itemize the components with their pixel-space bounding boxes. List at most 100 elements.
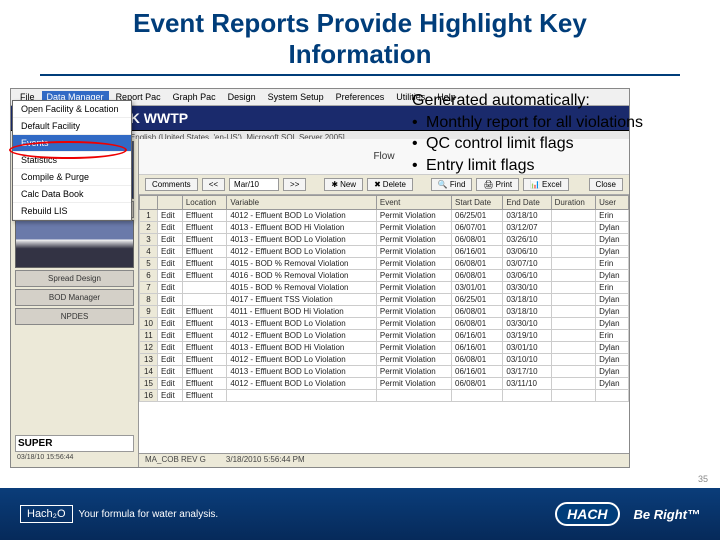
data-cell: 03/01/10: [503, 342, 551, 354]
timestamp-label: 03/18/10 15:56:44: [15, 452, 134, 463]
data-cell: 06/08/01: [452, 258, 503, 270]
col-header[interactable]: Event: [376, 196, 451, 210]
print-button[interactable]: 🖨 Print: [476, 178, 519, 191]
page-number: 35: [698, 474, 708, 484]
excel-button[interactable]: 📊 Excel: [523, 178, 569, 191]
data-cell: 11: [140, 330, 158, 342]
bod-manager-button[interactable]: BOD Manager: [15, 289, 134, 306]
table-row[interactable]: 9EditEffluent4011 - Effluent BOD Hi Viol…: [140, 306, 629, 318]
col-header[interactable]: Location: [182, 196, 227, 210]
table-row[interactable]: 7Edit4015 - BOD % Removal ViolationPermi…: [140, 282, 629, 294]
table-row[interactable]: 8Edit4017 - Effluent TSS ViolationPermit…: [140, 294, 629, 306]
close-button[interactable]: Close: [589, 178, 623, 191]
data-cell: 3: [140, 234, 158, 246]
table-row[interactable]: 12EditEffluent4013 - Effluent BOD Hi Vio…: [140, 342, 629, 354]
edit-cell[interactable]: Edit: [158, 390, 183, 402]
menu-item-rebuild-lis[interactable]: Rebuild LIS: [13, 203, 131, 220]
events-toolbar: Comments << Mar/10 >> ✱ New ✖ Delete 🔍 F…: [139, 175, 629, 195]
find-button[interactable]: 🔍 Find: [431, 178, 473, 191]
col-header[interactable]: End Date: [503, 196, 551, 210]
col-header[interactable]: [158, 196, 183, 210]
data-cell: Permit Violation: [376, 258, 451, 270]
data-cell: 4015 - BOD % Removal Violation: [227, 258, 377, 270]
data-cell: 4015 - BOD % Removal Violation: [227, 282, 377, 294]
data-cell: [551, 354, 596, 366]
edit-cell[interactable]: Edit: [158, 210, 183, 222]
table-row[interactable]: 3EditEffluent4013 - Effluent BOD Lo Viol…: [140, 234, 629, 246]
nav-prev-button[interactable]: <<: [202, 178, 225, 191]
data-cell: 8: [140, 294, 158, 306]
col-header[interactable]: Duration: [551, 196, 596, 210]
menu-item-calc-data-book[interactable]: Calc Data Book: [13, 186, 131, 203]
col-header[interactable]: Start Date: [452, 196, 503, 210]
col-header[interactable]: Variable: [227, 196, 377, 210]
table-row[interactable]: 11EditEffluent4012 - Effluent BOD Lo Vio…: [140, 330, 629, 342]
table-row[interactable]: 2EditEffluent4013 - Effluent BOD Hi Viol…: [140, 222, 629, 234]
edit-cell[interactable]: Edit: [158, 354, 183, 366]
edit-cell[interactable]: Edit: [158, 306, 183, 318]
data-cell: 4017 - Effluent TSS Violation: [227, 294, 377, 306]
menu-item-events[interactable]: Events: [13, 135, 131, 152]
edit-cell[interactable]: Edit: [158, 318, 183, 330]
data-cell: [551, 246, 596, 258]
data-cell: [227, 390, 377, 402]
data-cell: 03/06/10: [503, 246, 551, 258]
col-header[interactable]: User: [596, 196, 629, 210]
menu-item-open-facility-location[interactable]: Open Facility & Location: [13, 101, 131, 118]
menu-graph-pac[interactable]: Graph Pac: [168, 91, 221, 103]
data-cell: 03/07/10: [503, 258, 551, 270]
edit-cell[interactable]: Edit: [158, 246, 183, 258]
table-row[interactable]: 5EditEffluent4015 - BOD % Removal Violat…: [140, 258, 629, 270]
data-cell: Dylan: [596, 246, 629, 258]
edit-cell[interactable]: Edit: [158, 342, 183, 354]
data-cell: [551, 234, 596, 246]
data-cell: 4013 - Effluent BOD Lo Violation: [227, 234, 377, 246]
table-row[interactable]: 16EditEffluent: [140, 390, 629, 402]
npdes-button[interactable]: NPDES: [15, 308, 134, 325]
data-cell: Dylan: [596, 318, 629, 330]
edit-cell[interactable]: Edit: [158, 222, 183, 234]
data-cell: 03/11/10: [503, 378, 551, 390]
delete-button[interactable]: ✖ Delete: [367, 178, 413, 191]
nav-next-button[interactable]: >>: [283, 178, 306, 191]
menu-preferences[interactable]: Preferences: [331, 91, 390, 103]
table-row[interactable]: 14EditEffluent4013 - Effluent BOD Lo Vio…: [140, 366, 629, 378]
data-cell: 06/25/01: [452, 210, 503, 222]
table-row[interactable]: 13EditEffluent4012 - Effluent BOD Lo Vio…: [140, 354, 629, 366]
data-cell: 4012 - Effluent BOD Lo Violation: [227, 330, 377, 342]
spread-design-button[interactable]: Spread Design: [15, 270, 134, 287]
menu-design[interactable]: Design: [223, 91, 261, 103]
edit-cell[interactable]: Edit: [158, 378, 183, 390]
hach-logo: HACH: [555, 502, 619, 526]
table-row[interactable]: 4EditEffluent4012 - Effluent BOD Lo Viol…: [140, 246, 629, 258]
data-cell: 03/01/01: [452, 282, 503, 294]
data-cell: 15: [140, 378, 158, 390]
data-cell: [182, 282, 227, 294]
table-row[interactable]: 10EditEffluent4013 - Effluent BOD Lo Vio…: [140, 318, 629, 330]
edit-cell[interactable]: Edit: [158, 366, 183, 378]
edit-cell[interactable]: Edit: [158, 234, 183, 246]
col-header[interactable]: [140, 196, 158, 210]
menu-item-default-facility[interactable]: Default Facility: [13, 118, 131, 135]
menu-item-compile-purge[interactable]: Compile & Purge: [13, 169, 131, 186]
data-cell: 4011 - Effluent BOD Hi Violation: [227, 306, 377, 318]
data-cell: 06/25/01: [452, 294, 503, 306]
edit-cell[interactable]: Edit: [158, 294, 183, 306]
data-cell: Permit Violation: [376, 282, 451, 294]
new-button[interactable]: ✱ New: [324, 178, 363, 191]
edit-cell[interactable]: Edit: [158, 282, 183, 294]
events-grid[interactable]: LocationVariableEventStart DateEnd DateD…: [139, 195, 629, 402]
edit-cell[interactable]: Edit: [158, 330, 183, 342]
table-row[interactable]: 15EditEffluent4012 - Effluent BOD Lo Vio…: [140, 378, 629, 390]
edit-cell[interactable]: Edit: [158, 270, 183, 282]
tab-comments[interactable]: Comments: [145, 178, 198, 191]
data-cell: [596, 390, 629, 402]
edit-cell[interactable]: Edit: [158, 258, 183, 270]
menu-item-statistics[interactable]: Statistics: [13, 152, 131, 169]
month-select[interactable]: Mar/10: [229, 178, 279, 191]
footer-tagline: Your formula for water analysis.: [79, 509, 219, 520]
data-cell: Permit Violation: [376, 222, 451, 234]
table-row[interactable]: 6EditEffluent4016 - BOD % Removal Violat…: [140, 270, 629, 282]
menu-system-setup[interactable]: System Setup: [263, 91, 329, 103]
table-row[interactable]: 1EditEffluent4012 - Effluent BOD Lo Viol…: [140, 210, 629, 222]
